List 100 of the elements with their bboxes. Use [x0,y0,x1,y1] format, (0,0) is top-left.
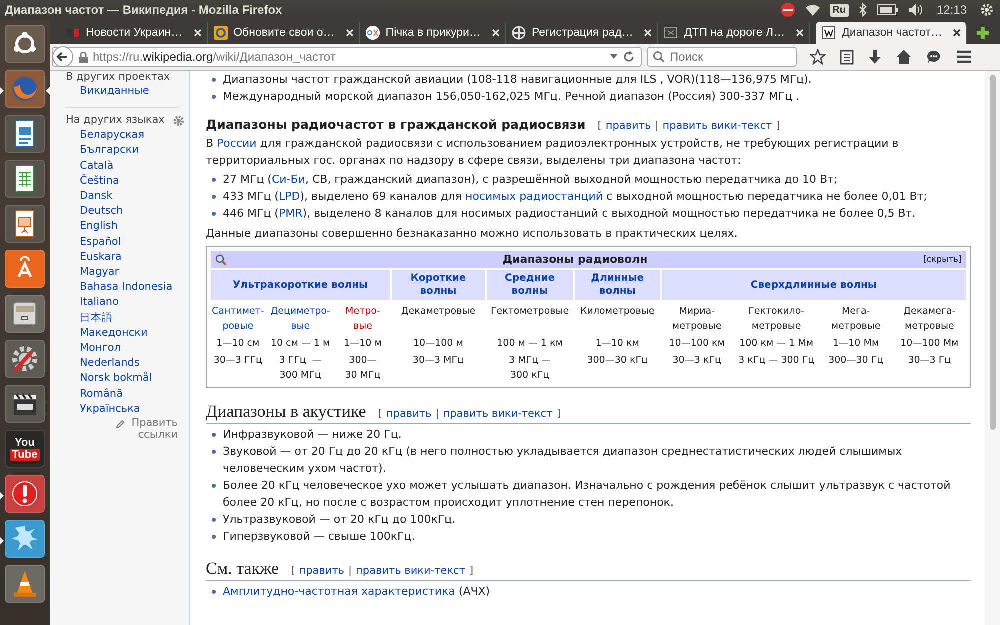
launcher-item[interactable] [5,115,45,153]
launcher-item[interactable] [5,385,45,423]
home-icon[interactable] [896,49,912,65]
circle-icon [364,25,381,41]
bullet-icon [212,590,216,594]
bullet-icon [212,195,216,199]
bluetooth-icon[interactable] [858,3,868,17]
language-link[interactable]: Čeština [66,174,189,190]
list-item: Амплитудно-частотная характеристика (АЧХ) [223,584,490,600]
language-link[interactable]: Български [66,143,189,159]
launcher-item[interactable] [5,160,45,198]
language-link[interactable]: Bahasa Indonesia [66,280,189,296]
launcher-item[interactable] [5,25,45,63]
table-cell-text: 1—10 м [343,337,383,351]
group-header[interactable]: Ультракороткие волны [211,270,390,300]
table-cell-text: 10—100 км [668,337,726,351]
chat-icon[interactable] [926,49,942,65]
menu-icon[interactable] [956,50,972,64]
table-cell[interactable]: Метро- вые [336,302,390,334]
address-field[interactable]: https://ru.wikipedia.org/wiki/Диапазон_частот [52,47,642,67]
table-cell-text: 1—10 Мм [832,337,880,351]
search-field[interactable]: Поиск [647,47,797,67]
table-cell[interactable]: Дециметро- вые [267,302,334,334]
edit-link[interactable]: править вики-текст [443,408,553,420]
bullet-icon [212,78,216,82]
edit-link[interactable]: править вики-текст [356,565,466,577]
table-cell-text: 3 кГц — 300 Гц [738,354,816,368]
bracket: ] [776,120,780,132]
launcher-item[interactable] [5,295,45,333]
cross-icon [510,25,527,41]
table-cell-text: Мириа- метровые [671,305,723,334]
language-link[interactable]: Nederlands [66,356,189,372]
launcher-item[interactable]: You Tube [5,430,45,468]
launcher-item[interactable] [5,205,45,243]
group-header[interactable]: Длинные волны [575,270,660,300]
clipboard-icon[interactable] [840,49,854,65]
language-link[interactable]: Euskara [66,250,189,266]
table-cell-text: 1—10 см [216,337,261,351]
group-header[interactable]: Короткие волны [392,270,485,300]
language-link[interactable]: 日本語 [66,310,189,326]
table-cell-text: 3 МГц — 300 кГц [508,354,552,383]
reload-icon[interactable] [623,51,635,63]
back-icon[interactable] [52,46,74,68]
table-cell-text: 30—3 кГц [672,354,722,368]
stop-icon[interactable] [780,2,796,18]
hide-link[interactable]: [скрыть] [923,254,962,264]
table-cell-text: 10 см — 1 м [270,337,332,351]
keyboard-layout[interactable]: Ru [830,4,849,16]
table-cell-text: 1—10 км [594,337,640,351]
link[interactable]: России [217,137,257,150]
language-link[interactable]: Беларуская [66,128,189,144]
table-cell[interactable]: Сантимет- ровые [211,302,266,334]
table-cell-text: Километровые [580,305,656,319]
edit-link[interactable]: править [386,408,432,420]
separator: | [655,120,659,132]
bullet-icon [212,212,216,216]
sidebar-link[interactable]: Викиданные [66,84,189,100]
search-icon [653,51,665,63]
list-item: 446 МГц (PMR), выделено 8 каналов для носимых радиостанций с выходной мощностью передатчика не более 0,5 Вт. [223,206,916,222]
language-link[interactable]: Dansk [66,189,189,204]
link[interactable]: носимых радиостанций [466,190,604,203]
edit-links-link[interactable]: Править ссылки [126,417,178,442]
edit-link[interactable]: править [299,565,344,577]
volume-icon[interactable] [908,3,924,17]
link[interactable]: Амплитудно-частотная характеристика [223,585,456,598]
link[interactable]: LPD [278,190,300,203]
language-link[interactable]: Македонски [66,326,189,342]
language-link[interactable]: Català [66,158,189,174]
close-icon[interactable] [953,29,962,37]
wifi-icon[interactable] [804,3,821,17]
separator: | [348,565,352,577]
browser-tab[interactable]: Диапазон частот… [816,22,968,44]
edit-link[interactable]: править [606,120,652,132]
link[interactable]: Си-Би [272,173,306,186]
language-link[interactable]: Norsk bokmål [66,371,189,387]
launcher-item[interactable] [5,565,45,603]
launcher-item[interactable] [5,475,45,513]
scrollbar-thumb[interactable] [990,75,996,430]
dropdown-icon[interactable] [610,54,618,60]
group-header[interactable]: Сверхдлинные волны [662,270,966,300]
bullet-icon [212,433,216,437]
language-link[interactable]: Монгол [66,341,189,356]
language-link[interactable]: Italiano [66,295,189,311]
magnifier-icon[interactable] [215,254,227,266]
edit-link[interactable]: править вики-текст [662,120,772,132]
language-link[interactable]: Українська [66,402,189,418]
group-header[interactable]: Средние волны [486,270,574,300]
star-icon[interactable] [810,49,826,65]
language-link[interactable]: English [66,219,189,235]
language-link[interactable]: Magyar [66,265,189,280]
language-link[interactable]: Deutsch [66,204,189,220]
language-link[interactable]: Română [66,386,189,402]
battery-icon[interactable] [876,4,899,16]
window-title: Диапазон частот — Википедия - Mozilla Firefox [5,3,284,17]
clock[interactable]: 12:13 [936,3,967,17]
language-link[interactable]: Español [66,234,189,250]
link[interactable]: PMR [278,207,303,220]
table-cell-text: 30—3 ГГц [212,354,264,368]
new-tab-icon[interactable] [975,25,992,41]
download-icon[interactable] [868,49,882,65]
